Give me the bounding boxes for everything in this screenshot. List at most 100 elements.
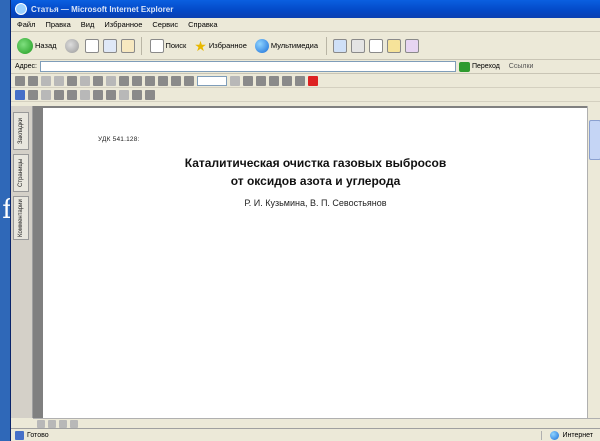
document-area[interactable]: УДК 541.128: Каталитическая очистка газо… [33, 106, 600, 418]
security-zone: Интернет [541, 430, 600, 440]
first-page-icon[interactable] [37, 419, 45, 428]
actual-size-icon[interactable] [256, 75, 266, 86]
address-label: Адрес: [15, 63, 37, 70]
back-button[interactable]: Назад [15, 35, 59, 57]
search-button[interactable]: Поиск [148, 35, 189, 57]
internet-zone-icon [550, 430, 560, 440]
ie-icon [15, 3, 27, 15]
fit-page-icon[interactable] [269, 75, 279, 86]
go-button[interactable]: Переход [458, 61, 500, 72]
back-arrow-icon [17, 37, 33, 54]
browser-window: Статья — Microsoft Internet Explorer Фай… [10, 0, 600, 441]
pdf-toolbar [11, 74, 600, 88]
history-icon[interactable] [333, 38, 348, 53]
snapshot-icon[interactable] [93, 75, 103, 86]
media-button[interactable]: Мультимедиа [253, 35, 320, 57]
article-title: Каталитическая очистка газовых выбросов … [43, 154, 588, 190]
standard-toolbar: Назад Поиск ★ Избранное Мультимедиа [11, 32, 600, 60]
messenger-icon[interactable] [405, 38, 420, 53]
stamp-icon[interactable] [93, 89, 103, 100]
search-label: Поиск [165, 41, 187, 50]
print-icon[interactable] [369, 38, 384, 53]
fit-width-icon[interactable] [282, 75, 292, 86]
underline-icon[interactable] [54, 89, 64, 100]
mail-icon[interactable] [351, 38, 366, 53]
vertical-scrollbar[interactable] [587, 106, 600, 418]
rotate-icon[interactable] [295, 75, 305, 86]
scrollbar-thumb[interactable] [589, 120, 600, 160]
status-left: Готово [15, 430, 541, 440]
first-page-icon[interactable] [119, 75, 129, 86]
title-line-2: от оксидов азота и углерода [230, 174, 401, 188]
text-tool-icon[interactable] [15, 89, 25, 100]
strikeout-icon[interactable] [67, 89, 77, 100]
menu-edit[interactable]: Правка [45, 20, 70, 29]
favorites-label: Избранное [208, 41, 247, 50]
window-title: Статья — Microsoft Internet Explorer [31, 4, 174, 14]
address-input[interactable] [39, 61, 456, 72]
zoom-dropdown-icon[interactable] [230, 75, 240, 86]
prev-page-icon[interactable] [48, 419, 56, 428]
stop-icon[interactable] [84, 38, 99, 53]
toolbar-separator [326, 36, 328, 55]
font-icon[interactable] [28, 89, 38, 100]
last-page-icon[interactable] [70, 419, 78, 428]
navigation-pane: Закладки Страницы Комментарии [11, 106, 33, 418]
hand-tool-icon[interactable] [67, 75, 77, 86]
prev-page-icon[interactable] [132, 75, 142, 86]
menu-view[interactable]: Вид [81, 20, 95, 29]
forward-view-icon[interactable] [184, 75, 194, 86]
title-line-1: Каталитическая очистка газовых выбросов [184, 156, 447, 170]
home-icon[interactable] [120, 38, 135, 53]
edit-icon[interactable] [387, 38, 402, 53]
back-label: Назад [35, 41, 57, 50]
zoom-out-icon[interactable] [243, 75, 253, 86]
pages-tab[interactable]: Страницы [13, 154, 29, 192]
star-icon: ★ [194, 37, 207, 54]
pdf-page: УДК 541.128: Каталитическая очистка газо… [43, 108, 588, 418]
search-icon [149, 38, 164, 53]
email-icon[interactable] [41, 75, 51, 86]
article-authors: Р. И. Кузьмина, В. П. Севостьянов [244, 198, 387, 208]
select-text-icon[interactable] [80, 75, 90, 86]
forward-arrow-icon [64, 38, 79, 53]
crop-icon[interactable] [119, 89, 129, 100]
save-icon[interactable] [15, 75, 25, 86]
media-label: Мультимедиа [270, 41, 319, 50]
comments-tab[interactable]: Комментарии [13, 196, 29, 240]
next-page-icon[interactable] [59, 419, 67, 428]
go-arrow-icon [458, 61, 470, 72]
link-icon[interactable] [132, 89, 142, 100]
menu-tools[interactable]: Сервис [152, 20, 178, 29]
menu-help[interactable]: Справка [188, 20, 217, 29]
last-page-icon[interactable] [158, 75, 168, 86]
title-bar[interactable]: Статья — Microsoft Internet Explorer [11, 0, 600, 18]
highlight-icon[interactable] [41, 89, 51, 100]
zoom-field[interactable] [197, 75, 227, 86]
back-view-icon[interactable] [171, 75, 181, 86]
zoom-in-icon[interactable] [106, 75, 116, 86]
pdf-edit-toolbar [11, 88, 600, 102]
menu-bar: Файл Правка Вид Избранное Сервис Справка [11, 18, 600, 32]
bookmarks-tab[interactable]: Закладки [13, 112, 29, 150]
pdf-bottom-bar [33, 418, 600, 428]
status-text: Готово [27, 431, 49, 439]
note-icon[interactable] [80, 89, 90, 100]
address-bar: Адрес: Переход Ссылки [11, 60, 600, 74]
media-icon [254, 38, 269, 53]
refresh-icon[interactable] [102, 38, 117, 53]
search-icon[interactable] [54, 75, 64, 86]
go-label: Переход [471, 63, 500, 70]
menu-favorites[interactable]: Избранное [104, 20, 142, 29]
page-icon [15, 430, 24, 440]
attach-icon[interactable] [145, 89, 155, 100]
next-page-icon[interactable] [145, 75, 155, 86]
links-button[interactable]: Ссылки [509, 63, 534, 70]
toolbar-separator [140, 36, 142, 55]
menu-file[interactable]: Файл [17, 20, 35, 29]
pencil-icon[interactable] [106, 89, 116, 100]
favorites-button[interactable]: ★ Избранное [192, 35, 249, 57]
acrobat-icon[interactable] [308, 75, 318, 86]
forward-button[interactable] [63, 35, 81, 57]
print-icon[interactable] [28, 75, 38, 86]
